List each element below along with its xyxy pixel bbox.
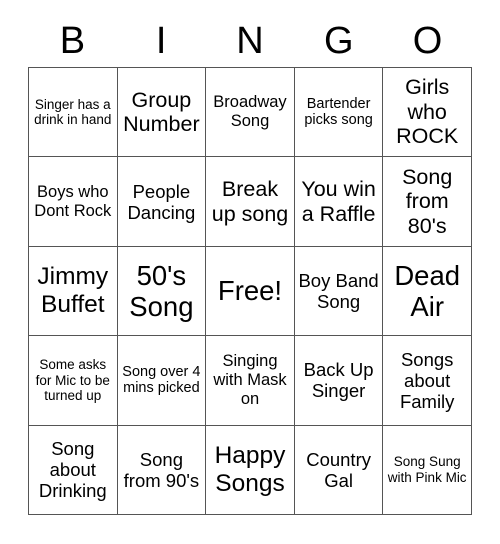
bingo-cell-label: Some asks for Mic to be turned up (35, 357, 110, 404)
bingo-cell[interactable]: Break up song (206, 157, 295, 247)
bingo-cell-label: Song from 90's (123, 448, 200, 491)
bingo-cell[interactable]: Dead Air (383, 246, 472, 337)
bingo-cell[interactable]: Bartender picks song (294, 68, 384, 158)
bingo-cell[interactable]: Group Number (117, 68, 207, 158)
bingo-cell-label: Broadway Song (213, 93, 287, 131)
header-letter-n: N (236, 20, 264, 62)
bingo-cell-label: Girls who ROCK (396, 75, 459, 149)
bingo-cell[interactable]: People Dancing (117, 157, 207, 247)
bingo-header: B I N G O (28, 16, 472, 66)
bingo-cell[interactable]: 50's Song (117, 246, 207, 337)
bingo-cell[interactable]: Boy Band Song (294, 246, 384, 337)
bingo-grid: Singer has a drink in hand Group Number … (28, 67, 472, 515)
bingo-cell-label: People Dancing (127, 180, 196, 223)
bingo-cell[interactable]: Jimmy Buffet (29, 246, 118, 337)
bingo-cell-label: You win a Raffle (301, 177, 376, 226)
header-letter-g: G (324, 20, 354, 62)
bingo-cell-label: Happy Songs (214, 441, 286, 497)
bingo-cell-label: Group Number (123, 87, 200, 137)
bingo-cell[interactable]: Back Up Singer (294, 336, 384, 426)
bingo-cell-label: Boy Band Song (298, 269, 379, 312)
header-letter-i: I (155, 20, 167, 62)
bingo-cell-label: Song from 80's (402, 164, 453, 238)
bingo-cell[interactable]: Song Sung with Pink Mic (383, 425, 472, 515)
bingo-cell[interactable]: Song about Drinking (29, 425, 118, 515)
header-letter-b: B (59, 20, 86, 62)
bingo-cell[interactable]: You win a Raffle (294, 157, 384, 247)
bingo-cell-label: Break up song (211, 177, 289, 226)
header-letter-o: O (412, 20, 443, 62)
bingo-cell-label: Jimmy Buffet (37, 263, 109, 318)
bingo-card: B I N G O Singer has a drink in hand Gro… (0, 0, 500, 544)
bingo-cell[interactable]: Singer has a drink in hand (29, 68, 118, 158)
bingo-cell[interactable]: Some asks for Mic to be turned up (29, 336, 118, 426)
bingo-cell-label: Dead Air (394, 259, 461, 322)
bingo-cell[interactable]: Happy Songs (206, 425, 295, 515)
bingo-free-label: Free! (217, 275, 283, 307)
bingo-cell-label: 50's Song (129, 259, 194, 322)
bingo-cell-label: Country Gal (306, 448, 371, 491)
bingo-cell-free[interactable]: Free! (206, 246, 295, 337)
bingo-cell-label: Boys who Dont Rock (34, 182, 112, 220)
bingo-cell[interactable]: Song from 80's (383, 157, 472, 247)
bingo-cell-label: Singer has a drink in hand (34, 96, 112, 128)
bingo-cell[interactable]: Singing with Mask on (206, 336, 295, 426)
bingo-cell-label: Singing with Mask on (213, 352, 287, 408)
bingo-cell[interactable]: Song from 90's (117, 425, 207, 515)
bingo-cell-label: Song Sung with Pink Mic (387, 454, 467, 485)
bingo-cell-label: Song over 4 mins picked (122, 363, 201, 397)
bingo-cell[interactable]: Songs about Family (383, 336, 472, 426)
bingo-cell[interactable]: Song over 4 mins picked (117, 336, 207, 426)
bingo-cell-label: Back Up Singer (303, 359, 374, 402)
bingo-cell[interactable]: Boys who Dont Rock (29, 157, 118, 247)
bingo-cell[interactable]: Country Gal (294, 425, 384, 515)
bingo-cell[interactable]: Girls who ROCK (383, 68, 472, 158)
bingo-cell-label: Song about Drinking (38, 438, 107, 502)
bingo-cell-label: Bartender picks song (304, 95, 373, 129)
bingo-cell-label: Songs about Family (399, 348, 455, 412)
bingo-cell[interactable]: Broadway Song (206, 68, 295, 158)
